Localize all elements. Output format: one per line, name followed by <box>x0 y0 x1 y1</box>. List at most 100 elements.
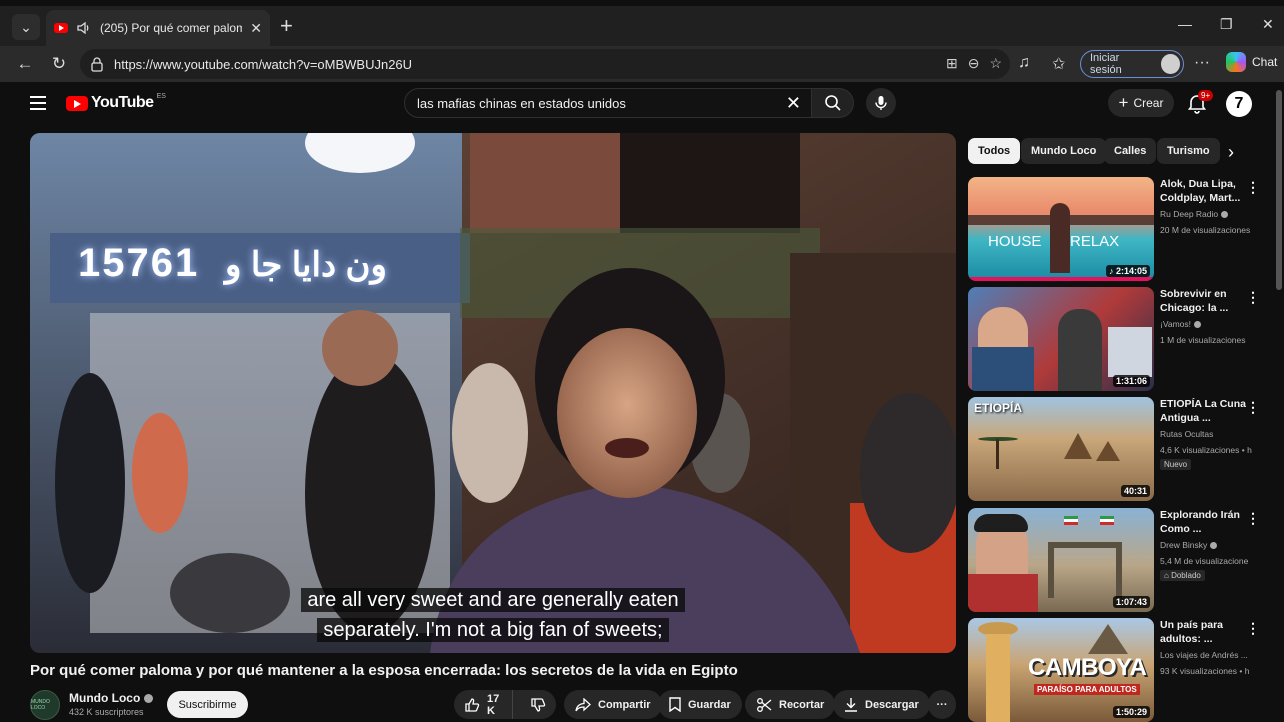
dislike-button[interactable] <box>520 697 556 713</box>
video-thumbnail[interactable]: HOUSE RELAX ♪ 2:14:05 <box>968 177 1154 281</box>
new-badge: Nuevo <box>1160 459 1192 470</box>
back-arrow-icon[interactable]: ← <box>12 52 38 76</box>
menu-icon[interactable] <box>30 96 46 110</box>
channel-avatar[interactable]: MUNDO LOCO <box>30 690 60 720</box>
thumbs-up-icon <box>465 697 480 712</box>
thumbnail-text: RELAX <box>1070 233 1120 250</box>
subscriber-count: 432 K suscriptores <box>69 707 144 717</box>
duration-badge: 1:31:06 <box>1112 375 1150 387</box>
more-vertical-icon[interactable]: ⋮ <box>1246 510 1260 527</box>
close-tab-icon[interactable]: ✕ <box>250 20 262 37</box>
reload-icon[interactable]: ↻ <box>46 52 72 76</box>
recommendation-channel[interactable]: ¡Vamos! <box>1160 319 1270 329</box>
more-vertical-icon[interactable]: ⋮ <box>1246 620 1260 637</box>
scissors-icon <box>757 697 772 712</box>
recommendation-title[interactable]: ETIOPÍA La Cuna Antigua ... <box>1160 397 1250 425</box>
verified-badge-icon <box>1194 320 1202 328</box>
voice-search-button[interactable] <box>866 88 896 118</box>
notification-count-badge: 9+ <box>1198 90 1214 101</box>
more-vertical-icon[interactable]: ⋮ <box>1246 399 1260 416</box>
browser-window: ⌄ (205) Por qué comer paloma y ✕ + — ❐ ✕… <box>0 0 1284 722</box>
channel-name-link[interactable]: Mundo Loco <box>69 691 154 705</box>
browser-tab-active[interactable]: (205) Por qué comer paloma y ✕ <box>46 10 270 46</box>
favorites-icon[interactable]: ✩ <box>1052 54 1065 74</box>
video-thumbnail[interactable]: 1:07:43 <box>968 508 1154 612</box>
recommendation-item[interactable]: 1:07:43 Explorando Irán Como ... Drew Bi… <box>968 508 1268 612</box>
tab-actions-menu-button[interactable]: ⌄ <box>12 14 40 40</box>
recommendation-channel[interactable]: Rutas Ocultas <box>1160 429 1270 439</box>
recommendation-channel[interactable]: Ru Deep Radio <box>1160 209 1270 219</box>
like-button[interactable]: 17 K <box>454 690 513 719</box>
thumbnail-subtext: PARAÍSO PARA ADULTOS <box>1034 684 1140 695</box>
clear-search-icon[interactable]: ✕ <box>786 93 801 114</box>
chip-calles[interactable]: Calles <box>1104 138 1157 164</box>
extensions-icon[interactable]: ♫ <box>1018 54 1030 72</box>
speaker-icon[interactable] <box>76 20 92 36</box>
video-thumbnail[interactable]: ETIOPÍA 40:31 <box>968 397 1154 501</box>
duration-badge: 1:50:29 <box>1112 706 1150 718</box>
recommendation-title[interactable]: Un país para adultos: ... <box>1160 618 1250 646</box>
video-thumbnail[interactable]: CAMBOYA PARAÍSO PARA ADULTOS 1:50:29 <box>968 618 1154 722</box>
plus-icon: + <box>1118 93 1129 112</box>
chevron-down-icon: ⌄ <box>20 18 32 35</box>
chip-todos[interactable]: Todos <box>968 138 1021 164</box>
recommendation-title[interactable]: Explorando Irán Como ... <box>1160 508 1250 536</box>
download-icon <box>845 698 857 712</box>
search-input[interactable]: las mafias chinas en estados unidos ✕ <box>404 88 812 118</box>
chevron-right-icon[interactable]: › <box>1228 142 1234 163</box>
save-label: Guardar <box>688 698 731 711</box>
lock-icon <box>91 57 103 72</box>
minimize-icon[interactable]: — <box>1178 16 1192 32</box>
dubbed-badge: ⌂ Doblado <box>1160 570 1205 581</box>
chip-mundo-loco[interactable]: Mundo Loco <box>1021 138 1107 164</box>
create-button[interactable]: + Crear <box>1108 89 1174 117</box>
shop-sign-number: 15761 <box>78 241 200 285</box>
recommendation-item[interactable]: ETIOPÍA 40:31 ETIOPÍA La Cuna Antigua ..… <box>968 397 1268 501</box>
subscribe-button[interactable]: Suscribirme <box>167 691 248 718</box>
verified-badge-icon <box>144 693 154 703</box>
caption-line-2: separately. I'm not a big fan of sweets; <box>30 618 956 642</box>
new-tab-button[interactable]: + <box>280 14 293 38</box>
like-dislike-group: 17 K <box>454 690 556 719</box>
restore-icon[interactable]: ❐ <box>1220 16 1233 33</box>
chip-turismo[interactable]: Turismo <box>1157 138 1220 164</box>
close-window-icon[interactable]: ✕ <box>1262 16 1274 33</box>
clip-label: Recortar <box>779 698 825 711</box>
address-bar[interactable]: https://www.youtube.com/watch?v=oMBWBUJn… <box>80 49 1010 79</box>
download-button[interactable]: Descargar <box>833 690 930 719</box>
more-vertical-icon[interactable]: ⋮ <box>1246 179 1260 196</box>
download-label: Descargar <box>865 698 919 711</box>
save-button[interactable]: Guardar <box>658 690 742 719</box>
recommendation-channel[interactable]: Los viajes de Andrés ... <box>1160 650 1270 660</box>
duration-badge: 40:31 <box>1120 485 1150 497</box>
page-scrollbar[interactable] <box>1276 90 1282 290</box>
video-thumbnail[interactable]: 1:31:06 <box>968 287 1154 391</box>
search-button[interactable] <box>812 88 854 118</box>
zoom-icon[interactable]: ⊖ <box>968 55 980 72</box>
recommendation-channel[interactable]: Drew Binsky <box>1160 540 1270 550</box>
more-actions-button[interactable]: ··· <box>928 690 956 719</box>
more-vertical-icon[interactable]: ⋮ <box>1246 289 1260 306</box>
channel-name: Mundo Loco <box>69 691 141 705</box>
account-avatar[interactable]: 7 <box>1226 91 1252 117</box>
recommendation-item[interactable]: CAMBOYA PARAÍSO PARA ADULTOS 1:50:29 Un … <box>968 618 1268 722</box>
recommendation-title[interactable]: Sobrevivir en Chicago: la ... <box>1160 287 1250 315</box>
bookmark-icon <box>669 697 681 712</box>
thumbnail-text: CAMBOYA <box>1028 654 1147 681</box>
share-button[interactable]: Compartir <box>564 690 662 719</box>
youtube-logo[interactable]: YouTube ES <box>66 93 166 112</box>
app-available-icon[interactable]: ⊞ <box>946 55 958 72</box>
recommendation-item[interactable]: HOUSE RELAX ♪ 2:14:05 Alok, Dua Lipa, Co… <box>968 177 1268 281</box>
copilot-chat-button[interactable]: Chat <box>1226 52 1277 72</box>
recommendation-title[interactable]: Alok, Dua Lipa, Coldplay, Mart... <box>1160 177 1250 205</box>
shop-sign-arabic: ون دايا جا و <box>225 246 387 284</box>
like-count: 17 K <box>487 692 500 717</box>
favorite-star-icon[interactable]: ☆ <box>989 55 1002 72</box>
video-player[interactable]: 15761 ون دايا جا و are all very sweet an… <box>30 133 956 653</box>
share-label: Compartir <box>598 698 651 711</box>
signin-button[interactable]: Iniciar sesión <box>1080 50 1184 78</box>
chat-label: Chat <box>1252 55 1278 69</box>
clip-button[interactable]: Recortar <box>745 690 836 719</box>
more-options-icon[interactable]: ··· <box>1194 54 1210 72</box>
recommendation-item[interactable]: 1:31:06 Sobrevivir en Chicago: la ... ¡V… <box>968 287 1268 391</box>
